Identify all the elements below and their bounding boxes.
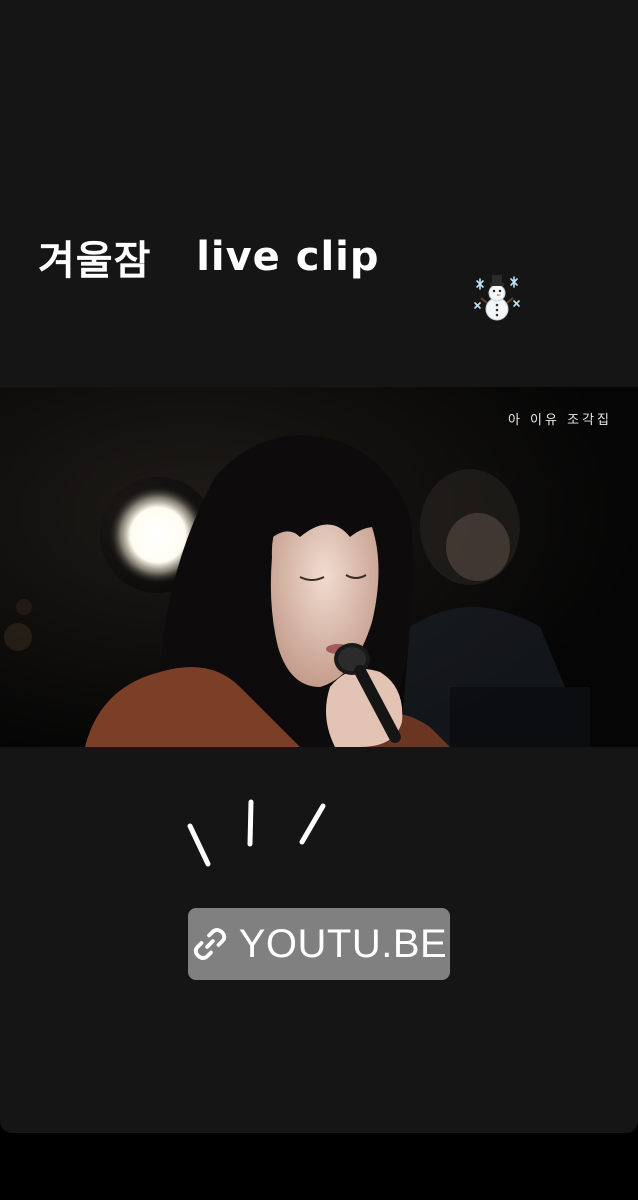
video-watermark: 아 이유 조각집 — [507, 413, 612, 428]
sparkle-lines-icon — [187, 799, 326, 867]
caption-korean-text: 겨울잠 — [38, 238, 152, 284]
link-icon — [193, 928, 226, 960]
video-frame[interactable]: 아 이유 조각집 — [0, 387, 638, 747]
video-still — [0, 387, 638, 747]
story-frame: 겨울잠 live clip 아 이유 조각집 YOUTU.BE — [0, 0, 638, 1133]
snowman-icon — [382, 225, 520, 321]
link-sticker-button[interactable]: YOUTU.BE — [188, 908, 450, 980]
link-sticker-label: YOUTU.BE — [238, 921, 448, 966]
story-caption: 겨울잠 live clip — [38, 225, 520, 321]
caption-latin-text: live clip — [196, 234, 380, 280]
